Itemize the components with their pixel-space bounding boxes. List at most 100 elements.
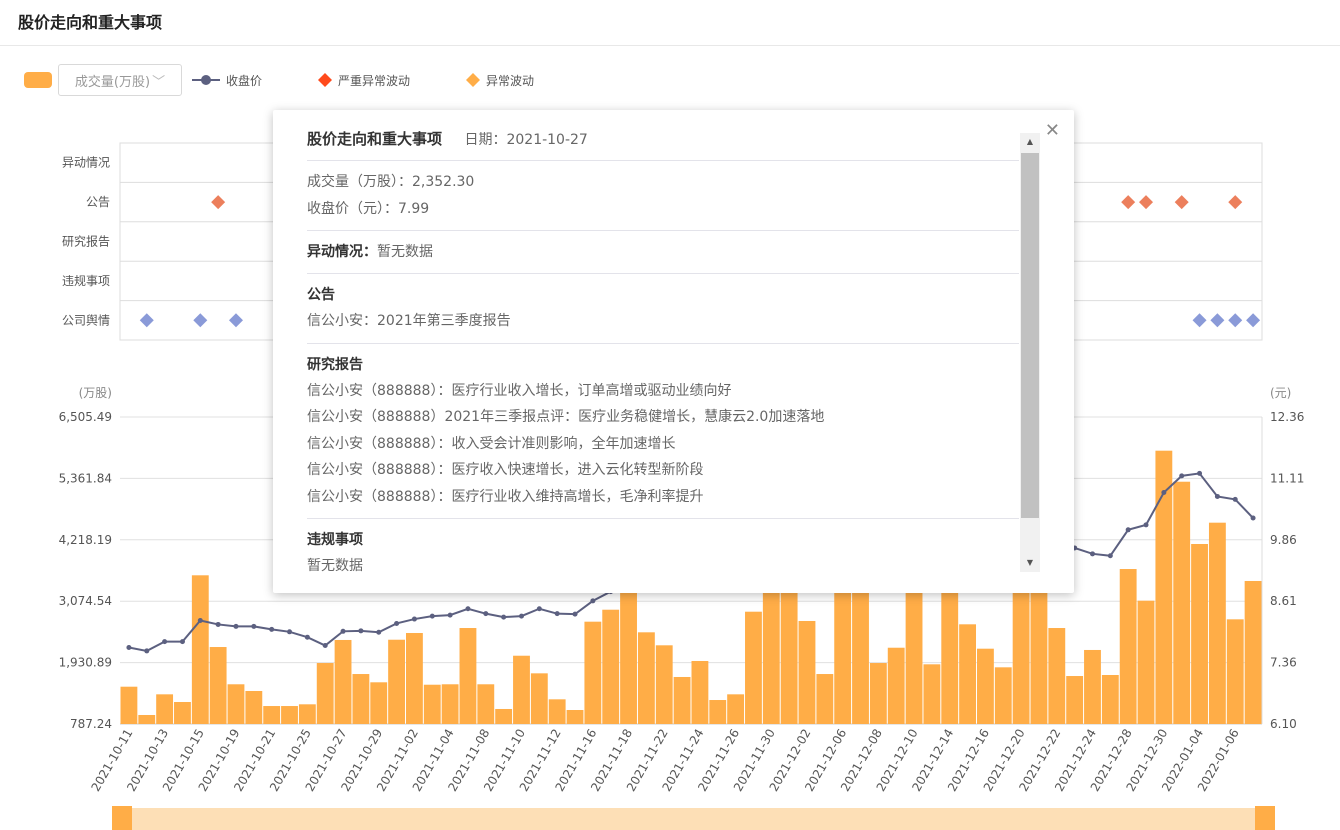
- close-price-point: [376, 629, 382, 635]
- volume-bar: [852, 569, 869, 724]
- event-marker: [228, 313, 243, 328]
- tooltip-violation-title: 违规事项: [307, 532, 363, 548]
- event-row-label: 异动情况: [62, 156, 110, 170]
- event-marker: [139, 313, 154, 328]
- y-left-tick: 3,074.54: [59, 594, 112, 608]
- volume-bar: [1244, 580, 1262, 724]
- volume-bar: [120, 686, 138, 724]
- close-price-point: [144, 648, 150, 654]
- volume-bar: [441, 684, 459, 724]
- zoom-slider-handle-right[interactable]: [1255, 806, 1275, 830]
- volume-bar: [209, 647, 227, 724]
- y-right-tick: 7.36: [1270, 656, 1297, 670]
- event-marker: [1174, 195, 1189, 210]
- close-price-point: [536, 606, 542, 612]
- volume-bar: [620, 579, 637, 724]
- y-right-tick: 8.61: [1270, 594, 1297, 608]
- volume-bar: [477, 684, 495, 724]
- tooltip-scrollbar[interactable]: ▲ ▼: [1020, 133, 1040, 572]
- scroll-down-icon[interactable]: ▼: [1020, 554, 1040, 572]
- tooltip-violation-value: 暂无数据: [307, 558, 363, 574]
- volume-bar: [602, 609, 620, 724]
- volume-bar: [174, 702, 191, 724]
- event-marker: [1210, 313, 1225, 328]
- close-price-point: [287, 629, 293, 635]
- volume-bar: [691, 660, 709, 724]
- event-marker: [1228, 313, 1243, 328]
- close-price-point: [358, 628, 364, 634]
- close-price-point: [411, 616, 417, 622]
- volume-bar: [423, 684, 441, 724]
- close-price-point: [501, 614, 507, 620]
- volume-bar: [923, 664, 941, 724]
- volume-bar: [298, 704, 316, 724]
- tooltip-abnormal-value: 暂无数据: [377, 244, 433, 260]
- close-price-point: [394, 620, 400, 626]
- close-price-point: [322, 643, 328, 649]
- volume-bar: [1048, 628, 1066, 724]
- volume-bar: [780, 569, 798, 724]
- volume-bar: [566, 710, 584, 724]
- event-marker: [1121, 195, 1136, 210]
- event-marker: [211, 195, 226, 210]
- close-price-point: [197, 618, 203, 624]
- close-price-point: [233, 623, 239, 629]
- event-marker: [193, 313, 208, 328]
- event-marker: [1228, 195, 1243, 210]
- volume-bar: [495, 708, 513, 724]
- scroll-up-icon[interactable]: ▲: [1020, 133, 1040, 151]
- y-left-tick: 5,361.84: [59, 471, 112, 485]
- volume-bar: [584, 621, 602, 724]
- volume-bar: [138, 714, 156, 724]
- volume-bar: [637, 632, 655, 724]
- close-price-point: [251, 623, 257, 629]
- volume-bar: [655, 645, 673, 724]
- volume-bar: [709, 700, 727, 724]
- y-left-tick: 4,218.19: [59, 533, 112, 547]
- volume-bar: [869, 663, 887, 724]
- tooltip-notice-title: 公告: [307, 287, 335, 303]
- volume-bar: [959, 624, 976, 724]
- event-row-label: 研究报告: [62, 234, 110, 249]
- y-left-tick: 787.24: [70, 717, 112, 731]
- volume-bar: [406, 633, 423, 724]
- volume-bar: [245, 690, 263, 724]
- close-price-point: [1143, 522, 1149, 528]
- volume-bar: [1101, 674, 1119, 724]
- volume-bar: [191, 575, 209, 724]
- close-price-point: [572, 611, 578, 617]
- volume-bar: [1137, 600, 1155, 724]
- volume-bar: [1030, 579, 1048, 724]
- tooltip-abnormal-label: 异动情况：: [307, 244, 377, 260]
- close-price-point: [126, 644, 132, 650]
- zoom-slider-track: [112, 808, 1275, 830]
- volume-bar: [798, 620, 816, 724]
- close-price-point: [179, 639, 185, 645]
- scrollbar-thumb[interactable]: [1021, 153, 1039, 518]
- tooltip-report-item: 信公小安（888888）：医疗行业收入维持高增长，毛净利率提升: [307, 488, 704, 505]
- volume-bar: [887, 647, 905, 724]
- y-right-tick: 6.10: [1270, 717, 1297, 731]
- volume-bar: [513, 655, 530, 724]
- volume-bar: [977, 648, 994, 724]
- event-row-label: 公告: [86, 195, 110, 209]
- volume-bar: [227, 684, 245, 724]
- event-row-label: 公司舆情: [62, 312, 110, 327]
- volume-bar: [1226, 619, 1244, 724]
- close-price-point: [1232, 496, 1238, 502]
- volume-bar: [156, 694, 174, 724]
- close-price-point: [590, 598, 596, 604]
- y-left-unit: (万股): [79, 386, 112, 400]
- zoom-slider-handle-left[interactable]: [112, 806, 132, 830]
- y-left-tick: 1,930.89: [59, 656, 112, 670]
- volume-bar: [1084, 649, 1101, 724]
- volume-bar: [388, 639, 405, 724]
- event-marker: [1246, 313, 1261, 328]
- y-right-tick: 12.36: [1270, 410, 1304, 424]
- volume-bar: [334, 639, 352, 724]
- volume-bar: [370, 682, 388, 724]
- volume-bar: [941, 574, 959, 724]
- close-icon[interactable]: ✕: [1045, 120, 1060, 141]
- close-price-point: [1089, 551, 1095, 557]
- volume-bar: [459, 628, 477, 724]
